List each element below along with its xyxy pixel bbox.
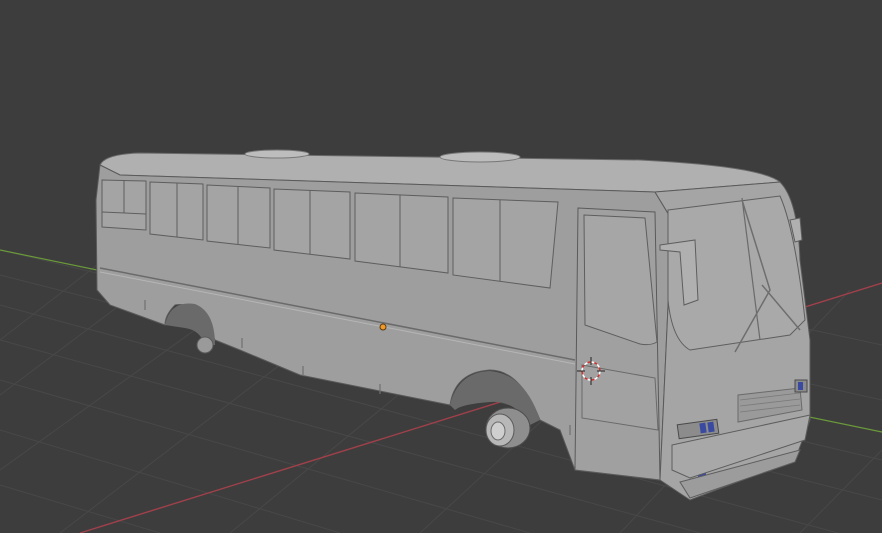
bus-model[interactable] <box>95 149 811 501</box>
roof-hatch-front <box>439 151 521 163</box>
object-origin-icon[interactable] <box>379 323 387 331</box>
viewport-scene[interactable] <box>0 0 882 533</box>
front-wheel-hub <box>485 407 531 449</box>
headlight-right-lens <box>798 382 803 390</box>
3d-viewport[interactable] <box>0 0 882 533</box>
rear-wheel-hub <box>196 336 214 354</box>
door-window <box>583 214 658 346</box>
roof-hatch-rear <box>244 149 310 159</box>
